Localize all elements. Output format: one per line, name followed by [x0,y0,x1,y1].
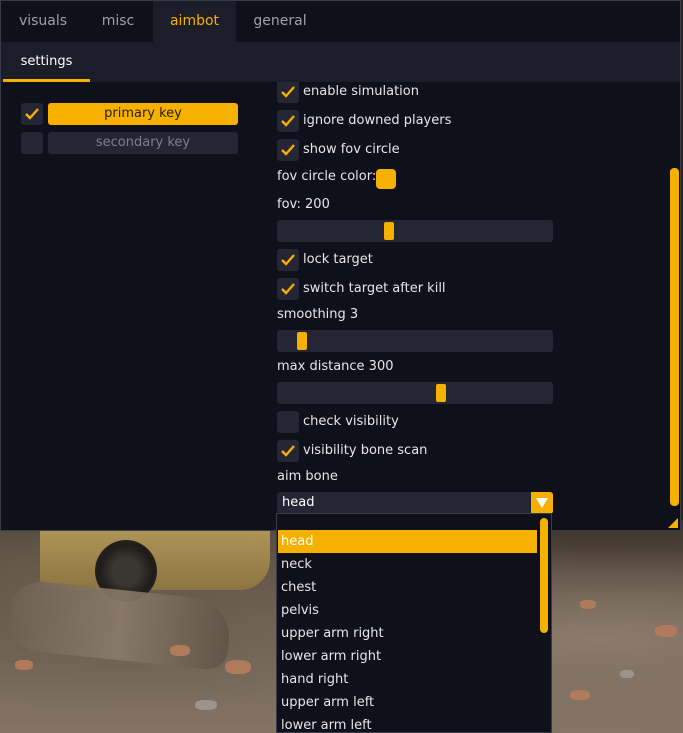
aim-bone-value: head [282,495,315,510]
tab-aimbot[interactable]: aimbot [153,1,236,42]
dropdown-item-upper-arm-left[interactable]: upper arm left [278,691,537,714]
settings-panel: primary key secondary key enable simulat… [1,82,680,532]
tab-misc[interactable]: misc [83,1,153,42]
check-visibility-label: check visibility [303,414,399,429]
enable-simulation-checkbox[interactable] [277,82,299,103]
max-distance-label: max distance 300 [277,359,394,374]
max-distance-slider-thumb[interactable] [436,384,446,402]
dropdown-item-upper-arm-right[interactable]: upper arm right [278,622,537,645]
dropdown-item-hand-right[interactable]: hand right [278,668,537,691]
check-visibility-checkbox[interactable] [277,411,299,433]
checkmark-icon [281,283,295,295]
dropdown-arrow-icon [536,498,548,508]
lock-target-label: lock target [303,252,373,267]
primary-key-checkbox[interactable] [21,103,43,125]
visibility-bone-scan-checkbox[interactable] [277,440,299,462]
rock [570,690,590,700]
rock [195,700,217,710]
secondary-key-button[interactable]: secondary key [48,132,238,154]
dropdown-item-neck[interactable]: neck [278,553,537,576]
checkmark-icon [281,86,295,98]
checkmark-icon [25,108,39,120]
aim-bone-dropdown: head neck chest pelvis upper arm right l… [276,513,552,733]
primary-key-button[interactable]: primary key [48,103,238,125]
fov-circle-color-swatch[interactable] [376,169,396,189]
tab-visuals[interactable]: visuals [3,1,83,42]
fov-circle-color-label: fov circle color: [277,169,377,184]
smoothing-label: smoothing 3 [277,307,359,322]
dropdown-item-pelvis[interactable]: pelvis [278,599,537,622]
rock [15,660,33,670]
rock [170,645,190,656]
switch-target-checkbox[interactable] [277,278,299,300]
smoothing-slider-thumb[interactable] [297,332,307,350]
checkmark-icon [281,445,295,457]
dropdown-item-lower-arm-right[interactable]: lower arm right [278,645,537,668]
switch-target-label: switch target after kill [303,281,446,296]
checkmark-icon [281,144,295,156]
dropdown-item-head[interactable]: head [278,530,537,553]
enable-simulation-label: enable simulation [303,84,419,99]
fov-label: fov: 200 [277,197,330,212]
tab-general[interactable]: general [236,1,324,42]
dropdown-item-lower-arm-left[interactable]: lower arm left [278,714,537,732]
tab-bar: visuals misc aimbot general [1,1,680,42]
chevron-down-icon[interactable] [531,492,553,514]
secondary-key-checkbox[interactable] [21,132,43,154]
show-fov-circle-label: show fov circle [303,142,400,157]
visibility-bone-scan-label: visibility bone scan [303,443,428,458]
max-distance-slider[interactable] [277,382,553,404]
ignore-downed-checkbox[interactable] [277,110,299,132]
aimbot-window: visuals misc aimbot general settings pri… [0,0,681,531]
checkmark-icon [281,115,295,127]
aim-bone-select[interactable]: head [277,492,553,514]
show-fov-circle-checkbox[interactable] [277,139,299,161]
fov-slider-thumb[interactable] [384,222,394,240]
dropdown-item-chest[interactable]: chest [278,576,537,599]
aim-bone-label: aim bone [277,469,338,484]
rock [620,670,634,678]
smoothing-slider[interactable] [277,330,553,352]
panel-scrollbar[interactable] [670,168,679,506]
ignore-downed-label: ignore downed players [303,113,452,128]
fov-slider[interactable] [277,220,553,242]
body-figure [6,578,234,672]
lock-target-checkbox[interactable] [277,249,299,271]
rock [225,660,251,674]
dropdown-scrollbar[interactable] [540,518,548,633]
resize-grip-icon[interactable] [668,518,678,528]
subtab-settings[interactable]: settings [3,42,90,82]
rock [580,600,596,609]
subtab-bar: settings [1,42,680,82]
checkmark-icon [281,254,295,266]
rock [655,625,677,637]
